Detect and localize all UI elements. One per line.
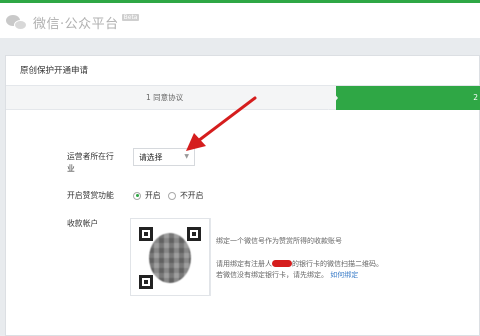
qr-code-panel (130, 218, 210, 296)
reward-on-radio[interactable]: 开启 (133, 190, 161, 201)
reward-off-label: 不开启 (180, 191, 204, 200)
industry-label-line1: 运营者所在行 (67, 152, 114, 161)
step-1-label: 1 同意协议 (146, 93, 184, 102)
wechat-logo-icon (6, 14, 28, 32)
industry-select-value: 请选择 (139, 153, 163, 162)
step-2-number: 2 (473, 93, 478, 102)
radio-unchecked-icon (168, 191, 176, 200)
account-label: 收款帐户 (67, 219, 99, 228)
top-bar: 微信·公众平台 Beta (0, 0, 480, 38)
qr-instruction-2-prefix: 请用绑定有注册人 (216, 260, 272, 268)
industry-label-line2: 业 (67, 164, 75, 173)
qr-instruction-1: 绑定一个微信号作为赞赏所得的收款账号 (216, 237, 342, 245)
how-to-bind-link[interactable]: 如何绑定 (330, 271, 358, 279)
redaction-mark (272, 260, 292, 267)
qr-instruction-2-suffix: 的银行卡的微信扫描二维码。 (292, 260, 383, 268)
qr-instruction-3: 若微信没有绑定银行卡，请先绑定。 如何绑定 (216, 270, 358, 280)
page-title: 原创保护开通申请 (6, 56, 479, 86)
reward-on-label: 开启 (145, 191, 161, 200)
step-2-active: 2 (336, 86, 480, 110)
step-arrow-divider (328, 86, 338, 110)
chevron-down-icon: ▼ (184, 153, 189, 160)
reward-label: 开启赞赏功能 (67, 191, 114, 200)
qr-code-icon[interactable] (139, 227, 201, 289)
wechat-logo[interactable]: 微信·公众平台 Beta (6, 13, 140, 32)
qr-instruction-3-text: 若微信没有绑定银行卡，请先绑定。 (216, 271, 328, 279)
panel-divider (210, 218, 211, 296)
platform-title: 微信·公众平台 (33, 17, 119, 32)
beta-badge: Beta (121, 14, 140, 21)
qr-instruction-2: 请用绑定有注册人 的银行卡的微信扫描二维码。 (216, 259, 383, 269)
progress-steps: 1 同意协议 2 (6, 86, 480, 110)
qr-mosaic-blur (149, 233, 191, 283)
industry-label: 运营者所在行 业 (67, 151, 114, 175)
industry-select[interactable]: 请选择 ▼ (133, 148, 195, 166)
reward-off-radio[interactable]: 不开启 (168, 190, 203, 201)
radio-checked-icon (133, 191, 141, 200)
